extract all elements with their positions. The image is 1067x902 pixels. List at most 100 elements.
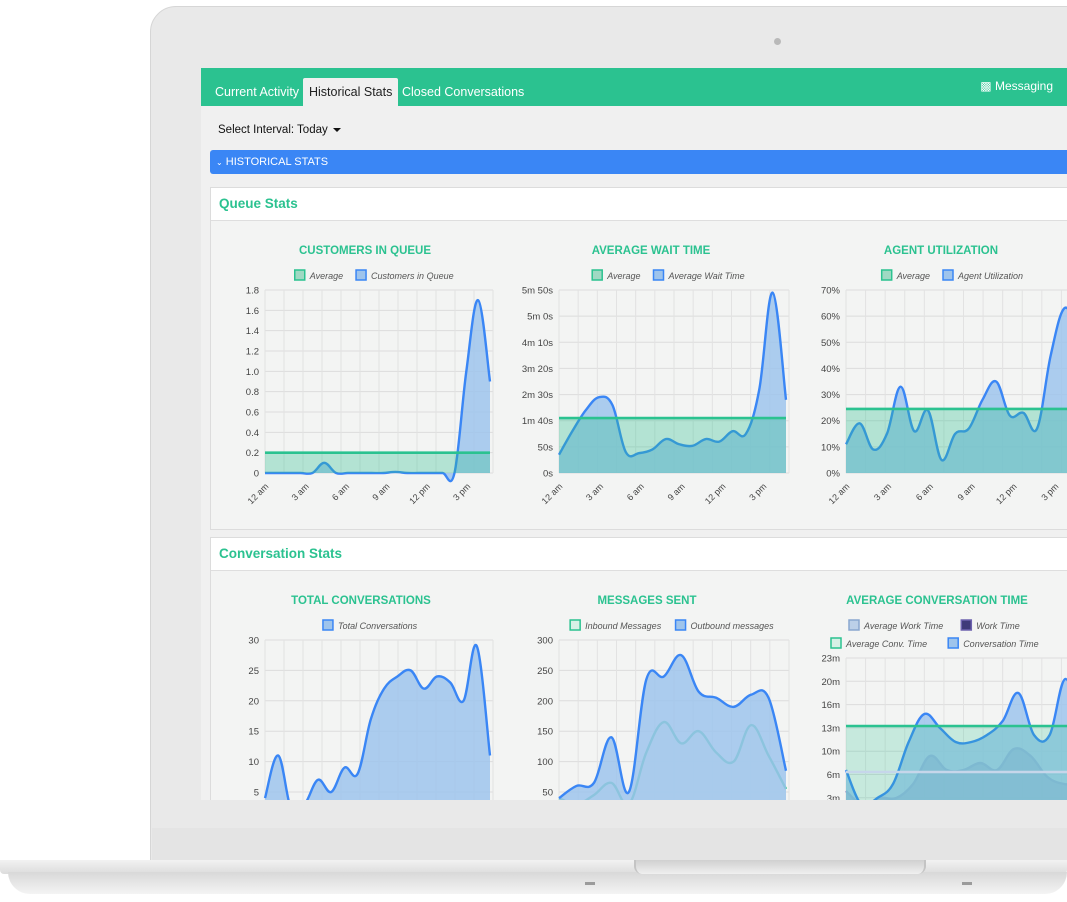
legend-swatch xyxy=(591,269,603,281)
x-tick-label: 12 pm xyxy=(994,481,1019,506)
x-tick-label: 3 am xyxy=(584,481,605,502)
y-tick-label: 250 xyxy=(537,666,553,677)
x-tick-label: 3 pm xyxy=(1039,481,1060,502)
x-tick-label: 9 am xyxy=(956,481,977,502)
chart-title: CUSTOMERS IN QUEUE xyxy=(299,245,431,257)
y-tick-label: 10 xyxy=(248,757,259,768)
y-tick-label: 16m xyxy=(822,700,841,711)
x-tick-label: 9 am xyxy=(370,481,391,502)
chart-title: TOTAL CONVERSATIONS xyxy=(291,595,431,607)
chart-title: AVERAGE CONVERSATION TIME xyxy=(846,595,1028,607)
legend-swatch xyxy=(830,637,842,649)
y-tick-label: 70% xyxy=(821,286,841,297)
average-area xyxy=(559,418,786,473)
legend-label: Customers in Queue xyxy=(371,271,454,281)
y-tick-label: 50 xyxy=(542,788,553,799)
y-tick-label: 1.6 xyxy=(246,306,259,317)
legend-label: Total Conversations xyxy=(338,621,418,631)
y-tick-label: 0% xyxy=(826,469,840,480)
y-tick-label: 3m 20s xyxy=(522,364,553,375)
laptop-bezel xyxy=(152,828,1067,864)
y-tick-label: 4m 10s xyxy=(522,338,553,349)
x-tick-label: 12 am xyxy=(540,481,565,506)
charts-svg: CUSTOMERS IN QUEUE Average Customers in Qu… xyxy=(246,245,1067,800)
y-tick-label: 150 xyxy=(537,727,553,738)
x-tick-label: 12 pm xyxy=(703,481,728,506)
y-tick-label: 13m xyxy=(822,723,841,734)
y-tick-label: 10m xyxy=(822,747,841,758)
y-tick-label: 0.4 xyxy=(246,428,259,439)
y-tick-label: 20m xyxy=(822,677,841,688)
y-tick-label: 0 xyxy=(254,469,259,480)
y-tick-label: 1.2 xyxy=(246,347,259,358)
y-tick-label: 30 xyxy=(248,636,259,647)
chart-3: TOTAL CONVERSATIONS Total Conversations 30… xyxy=(248,595,494,800)
legend-swatch xyxy=(569,619,581,631)
y-tick-label: 5 xyxy=(254,788,259,799)
average-area xyxy=(846,408,1067,473)
average-area xyxy=(265,452,490,473)
series-area xyxy=(265,645,490,800)
legend-swatch xyxy=(880,269,893,281)
y-tick-label: 15 xyxy=(248,727,259,738)
y-tick-label: 10% xyxy=(821,442,841,453)
legend-label: Work Time xyxy=(976,621,1019,631)
laptop-foot xyxy=(962,882,972,885)
y-tick-label: 100 xyxy=(537,757,553,768)
legend-label: Average Work Time xyxy=(863,621,943,631)
y-tick-label: 50% xyxy=(821,338,841,349)
legend-label: Outbound messages xyxy=(691,621,775,631)
legend-swatch xyxy=(848,619,860,631)
y-tick-label: 30% xyxy=(821,390,841,401)
x-tick-label: 6 am xyxy=(330,481,351,502)
legend-label: Agent Utilization xyxy=(957,271,1023,281)
chart-2: AGENT UTILIZATION Average Agent Utilizatio… xyxy=(821,245,1067,506)
y-tick-label: 5m 0s xyxy=(527,312,553,323)
legend-label: Inbound Messages xyxy=(585,621,662,631)
y-tick-label: 5m 50s xyxy=(522,286,553,297)
legend-swatch xyxy=(322,619,334,631)
y-tick-label: 1.0 xyxy=(246,367,259,378)
legend-label: Average Conv. Time xyxy=(845,639,927,649)
y-tick-label: 23m xyxy=(822,654,841,665)
legend-swatch xyxy=(294,269,306,281)
y-tick-label: 300 xyxy=(537,636,553,647)
y-tick-label: 0.2 xyxy=(246,448,259,459)
y-tick-label: 6m xyxy=(827,770,840,781)
chart-title: AVERAGE WAIT TIME xyxy=(592,245,711,257)
x-tick-label: 12 am xyxy=(246,481,271,506)
y-tick-label: 2m 30s xyxy=(522,390,553,401)
x-tick-label: 9 am xyxy=(666,481,687,502)
x-tick-label: 6 am xyxy=(625,481,646,502)
legend-swatch xyxy=(355,269,367,281)
y-tick-label: 60% xyxy=(821,312,841,323)
x-tick-label: 12 pm xyxy=(407,481,432,506)
camera-dot xyxy=(774,38,781,45)
laptop-foot xyxy=(585,882,595,885)
y-tick-label: 40% xyxy=(821,364,841,375)
chart-title: MESSAGES SENT xyxy=(597,595,696,607)
legend-swatch xyxy=(674,619,687,631)
y-tick-label: 20 xyxy=(248,696,259,707)
y-tick-label: 0.8 xyxy=(246,387,259,398)
x-tick-label: 3 am xyxy=(290,481,311,502)
laptop-notch xyxy=(634,860,926,874)
legend-label: Average xyxy=(606,271,640,281)
legend-swatch xyxy=(947,637,959,649)
legend-swatch xyxy=(652,269,665,281)
legend-label: Average Wait Time xyxy=(668,271,745,281)
y-tick-label: 1.4 xyxy=(246,326,259,337)
legend-swatch xyxy=(942,269,954,281)
legend-label: Average xyxy=(309,271,343,281)
x-tick-label: 12 am xyxy=(827,481,852,506)
y-tick-label: 0s xyxy=(543,469,553,480)
y-tick-label: 25 xyxy=(248,666,259,677)
legend-swatch xyxy=(960,619,973,631)
y-tick-label: 3m xyxy=(827,793,840,800)
series-area xyxy=(559,655,786,800)
y-tick-label: 0.6 xyxy=(246,408,259,419)
x-tick-label: 3 pm xyxy=(451,481,472,502)
y-tick-label: 200 xyxy=(537,696,553,707)
legend-label: Average xyxy=(896,271,930,281)
laptop-base-lip xyxy=(8,872,1067,894)
